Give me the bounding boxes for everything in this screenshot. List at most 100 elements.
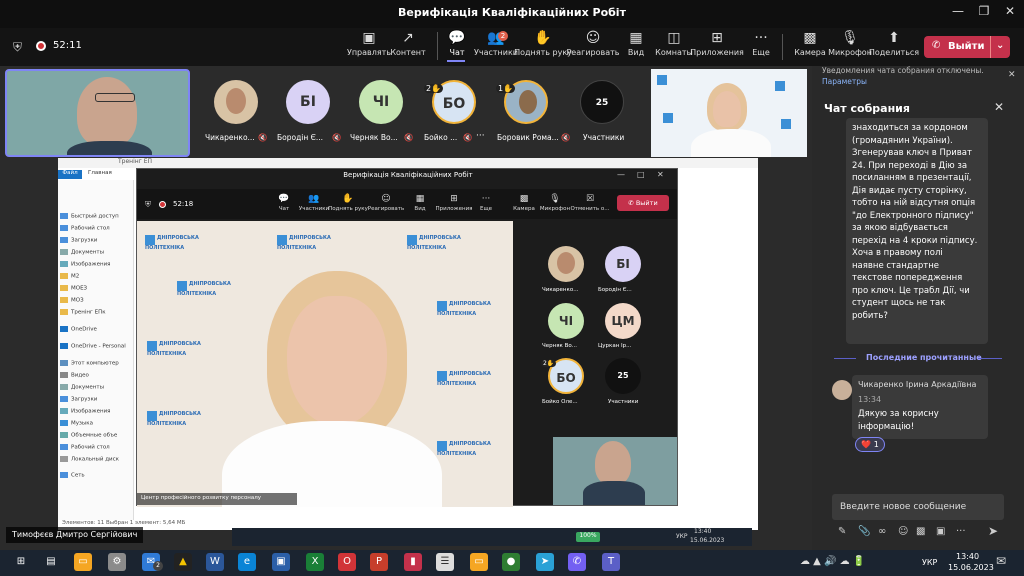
- opera-icon[interactable]: O: [338, 553, 356, 571]
- presenter-video[interactable]: ДНІПРОВСЬКА ПОЛІТЕХНІКА ДНІПРОВСЬКА ПОЛІТЕ…: [137, 221, 513, 507]
- close-icon[interactable]: ✕: [998, 4, 1022, 18]
- excel-icon[interactable]: X: [306, 553, 324, 571]
- sidebar-item[interactable]: Рабочий стол: [60, 225, 110, 232]
- sidebar-item[interactable]: МОЗ: [60, 297, 84, 304]
- teams-icon[interactable]: T: [602, 553, 620, 571]
- chrome-icon[interactable]: ●: [502, 553, 520, 571]
- sidebar-item[interactable]: Тренінг ЕПк: [60, 309, 106, 316]
- reaction-badge[interactable]: ❤️ 1: [855, 437, 885, 452]
- close-icon[interactable]: ✕: [1008, 70, 1016, 80]
- task-view-icon[interactable]: ▤: [42, 553, 60, 571]
- folder-icon[interactable]: ▭: [470, 553, 488, 571]
- language-indicator[interactable]: УКР: [922, 558, 937, 567]
- inner-stop-sharing-button[interactable]: ☒ Отменить о...: [570, 194, 609, 212]
- mic-off-icon: 🔇: [561, 133, 571, 142]
- settings-icon[interactable]: ⚙: [108, 553, 126, 571]
- close-chat-icon[interactable]: ✕: [994, 100, 1004, 114]
- word-icon[interactable]: W: [206, 553, 224, 571]
- close-icon[interactable]: ✕: [657, 170, 664, 179]
- powerpoint-icon[interactable]: P: [370, 553, 388, 571]
- avatar-photo[interactable]: [214, 80, 258, 124]
- video-tile-presenter[interactable]: [651, 69, 807, 157]
- sidebar-item[interactable]: Видео: [60, 372, 89, 379]
- battery-indicator: 100%: [576, 532, 600, 542]
- more-icon[interactable]: ···: [476, 131, 485, 141]
- attach-icon[interactable]: 📎: [858, 526, 870, 537]
- inner-avatar-initials[interactable]: ЧІ: [548, 303, 584, 339]
- minimize-icon[interactable]: —: [617, 170, 625, 179]
- raised-hand-badge: 2✋: [541, 360, 557, 367]
- shield-icon[interactable]: ⛨: [13, 40, 22, 55]
- minimize-icon[interactable]: —: [946, 4, 970, 18]
- clock-date: 15.06.2023: [948, 563, 994, 572]
- chat-settings-link[interactable]: Параметры: [822, 77, 1012, 86]
- presenter-face: [287, 296, 387, 426]
- notepad-icon[interactable]: ☰: [436, 553, 454, 571]
- avatar-initials[interactable]: ЧІ: [359, 80, 403, 124]
- apps-icon: ⊞: [450, 194, 458, 204]
- message-input[interactable]: Введите новое сообщение: [832, 494, 1004, 520]
- avatar[interactable]: [832, 380, 852, 400]
- sidebar-item[interactable]: Документы: [60, 384, 104, 391]
- maximize-icon[interactable]: □: [637, 170, 645, 179]
- glasses: [95, 93, 135, 102]
- sidebar-item[interactable]: Быстрый доступ: [60, 213, 119, 220]
- gif-icon[interactable]: ▩: [916, 526, 925, 537]
- tab-file[interactable]: Файл: [58, 170, 82, 179]
- avatar-initials[interactable]: БІ: [286, 80, 330, 124]
- inner-avatar-initials[interactable]: ЦМ: [605, 303, 641, 339]
- inner-participant-name: Черняк Во...: [542, 343, 578, 349]
- system-tray-icons[interactable]: ☁ ▲ 🔊 ☁ 🔋: [800, 556, 865, 567]
- microphone-off-icon: 🎙: [549, 194, 561, 204]
- inner-avatar-initials[interactable]: БІ: [605, 246, 641, 282]
- sidebar-item[interactable]: Изображения: [60, 261, 110, 268]
- sidebar-item[interactable]: Объемные объе: [60, 432, 117, 439]
- notification-icon[interactable]: ✉: [996, 554, 1006, 568]
- pdf-icon[interactable]: ▮: [404, 553, 422, 571]
- share-button[interactable]: ⬆ Поделиться: [869, 30, 919, 57]
- store-icon[interactable]: ▣: [272, 553, 290, 571]
- video-tile-speaker[interactable]: [5, 69, 190, 157]
- loop-icon[interactable]: ∞: [878, 526, 886, 537]
- send-icon[interactable]: ➤: [988, 524, 998, 538]
- notify-badge: 2: [153, 561, 163, 571]
- telegram-icon[interactable]: ➤: [536, 553, 554, 571]
- maximize-icon[interactable]: ❐: [972, 4, 996, 18]
- inner-participants-count[interactable]: 25: [605, 358, 641, 394]
- inner-more-button[interactable]: ··· Еще: [470, 194, 502, 212]
- shield-icon[interactable]: ⛨: [145, 200, 151, 210]
- self-video-tile[interactable]: [553, 437, 677, 505]
- more-icon[interactable]: ···: [956, 526, 966, 537]
- edge-icon[interactable]: e: [238, 553, 256, 571]
- sidebar-item[interactable]: OneDrive - Personal: [60, 343, 126, 350]
- sidebar-item[interactable]: Загрузки: [60, 237, 97, 244]
- emoji-icon[interactable]: ☺: [898, 526, 908, 537]
- sidebar-item[interactable]: Документы: [60, 249, 104, 256]
- leave-button[interactable]: ✆ Выйти ⌄: [924, 36, 1010, 58]
- sidebar-item[interactable]: Музыка: [60, 420, 93, 427]
- chevron-down-icon[interactable]: ⌄: [996, 40, 1004, 51]
- leave-button[interactable]: ✆ Выйти: [617, 195, 669, 211]
- windows-start-icon[interactable]: ⊞: [12, 553, 30, 571]
- sidebar-item[interactable]: OneDrive: [60, 326, 97, 333]
- inner-raise-hand-button[interactable]: ✋ Поднять руку: [328, 194, 368, 212]
- norton-icon[interactable]: ▲: [174, 553, 192, 571]
- apps-icon: ⊞: [711, 30, 723, 46]
- sidebar-item[interactable]: Рабочий стол: [60, 444, 110, 451]
- sidebar-item[interactable]: Изображения: [60, 408, 110, 415]
- mic-off-icon: 🔇: [332, 133, 342, 142]
- sidebar-item[interactable]: МОЕЗ: [60, 285, 87, 292]
- participants-count[interactable]: 25: [580, 80, 624, 124]
- viber-icon[interactable]: ✆: [568, 553, 586, 571]
- file-explorer-icon[interactable]: ▭: [74, 553, 92, 571]
- tab-home[interactable]: Главная: [88, 170, 112, 176]
- recording-icon: [159, 201, 166, 208]
- sidebar-item[interactable]: Этот компьютер: [60, 360, 119, 367]
- format-icon[interactable]: ✎: [838, 526, 846, 537]
- sticker-icon[interactable]: ▣: [936, 526, 945, 537]
- inner-avatar-photo[interactable]: [548, 246, 584, 282]
- sidebar-item[interactable]: Загрузки: [60, 396, 97, 403]
- sidebar-item[interactable]: Локальный диск: [60, 456, 119, 463]
- sidebar-item[interactable]: М2: [60, 273, 79, 280]
- sidebar-item[interactable]: Сеть: [60, 472, 85, 479]
